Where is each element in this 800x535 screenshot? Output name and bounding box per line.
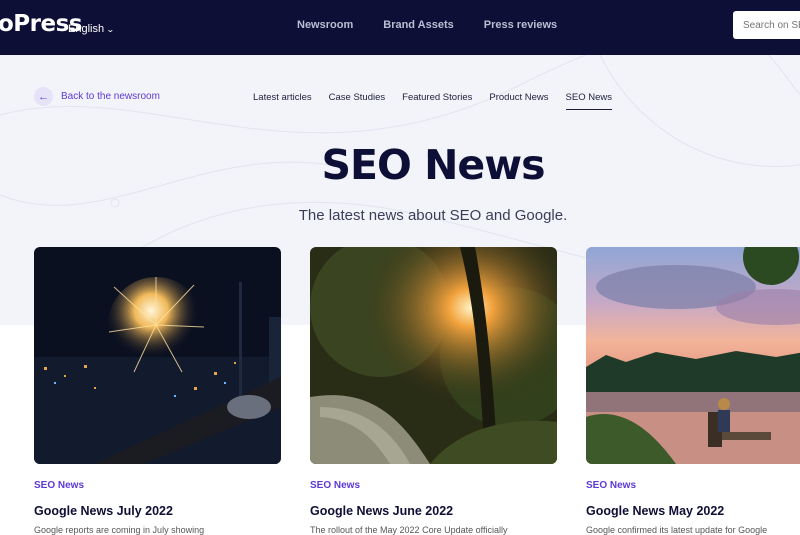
article-excerpt: Google reports are coming in July showin… xyxy=(34,525,205,535)
tab-product-news[interactable]: Product News xyxy=(489,92,548,110)
lake-sunset-image xyxy=(586,247,800,464)
search-input[interactable] xyxy=(733,11,800,39)
article-card: SEO News Google News July 2022 Google re… xyxy=(34,247,281,535)
article-title[interactable]: Google News May 2022 xyxy=(586,504,724,518)
top-navbar: oPress English ⌄ Newsroom Brand Assets P… xyxy=(0,0,800,55)
language-selector[interactable]: English ⌄ xyxy=(68,23,115,35)
article-excerpt: The rollout of the May 2022 Core Update … xyxy=(310,525,508,535)
article-title[interactable]: Google News July 2022 xyxy=(34,504,173,518)
tab-latest-articles[interactable]: Latest articles xyxy=(253,92,312,110)
page-title: SEO News xyxy=(321,141,545,189)
article-card: SEO News Google News May 2022 Google con… xyxy=(586,247,800,535)
nav-brand-assets[interactable]: Brand Assets xyxy=(383,19,454,31)
sunset-trees-image xyxy=(310,247,557,464)
article-title[interactable]: Google News June 2022 xyxy=(310,504,453,518)
tab-seo-news[interactable]: SEO News xyxy=(565,92,612,110)
back-label: Back to the newsroom xyxy=(61,91,160,102)
category-tabs: Latest articles Case Studies Featured St… xyxy=(253,92,629,110)
nav-newsroom[interactable]: Newsroom xyxy=(297,19,353,31)
main-nav: Newsroom Brand Assets Press reviews xyxy=(297,19,557,31)
tab-case-studies[interactable]: Case Studies xyxy=(329,92,386,110)
nav-press-reviews[interactable]: Press reviews xyxy=(484,19,557,31)
article-excerpt: Google confirmed its latest update for G… xyxy=(586,525,768,535)
arrow-left-icon: ← xyxy=(34,87,53,106)
fireworks-image xyxy=(34,247,281,464)
language-label: English xyxy=(68,23,105,35)
back-to-newsroom-link[interactable]: ← Back to the newsroom xyxy=(34,87,160,106)
chevron-down-icon: ⌄ xyxy=(106,24,115,34)
article-card: SEO News Google News June 2022 The rollo… xyxy=(310,247,557,535)
article-category[interactable]: SEO News xyxy=(586,480,636,491)
article-image-sunset-trees[interactable] xyxy=(310,247,557,464)
page-subtitle: The latest news about SEO and Google. xyxy=(298,207,568,224)
article-category[interactable]: SEO News xyxy=(34,480,84,491)
article-category[interactable]: SEO News xyxy=(310,480,360,491)
article-image-fireworks[interactable] xyxy=(34,247,281,464)
article-image-lake-sunset[interactable] xyxy=(586,247,800,464)
tab-featured-stories[interactable]: Featured Stories xyxy=(402,92,472,110)
